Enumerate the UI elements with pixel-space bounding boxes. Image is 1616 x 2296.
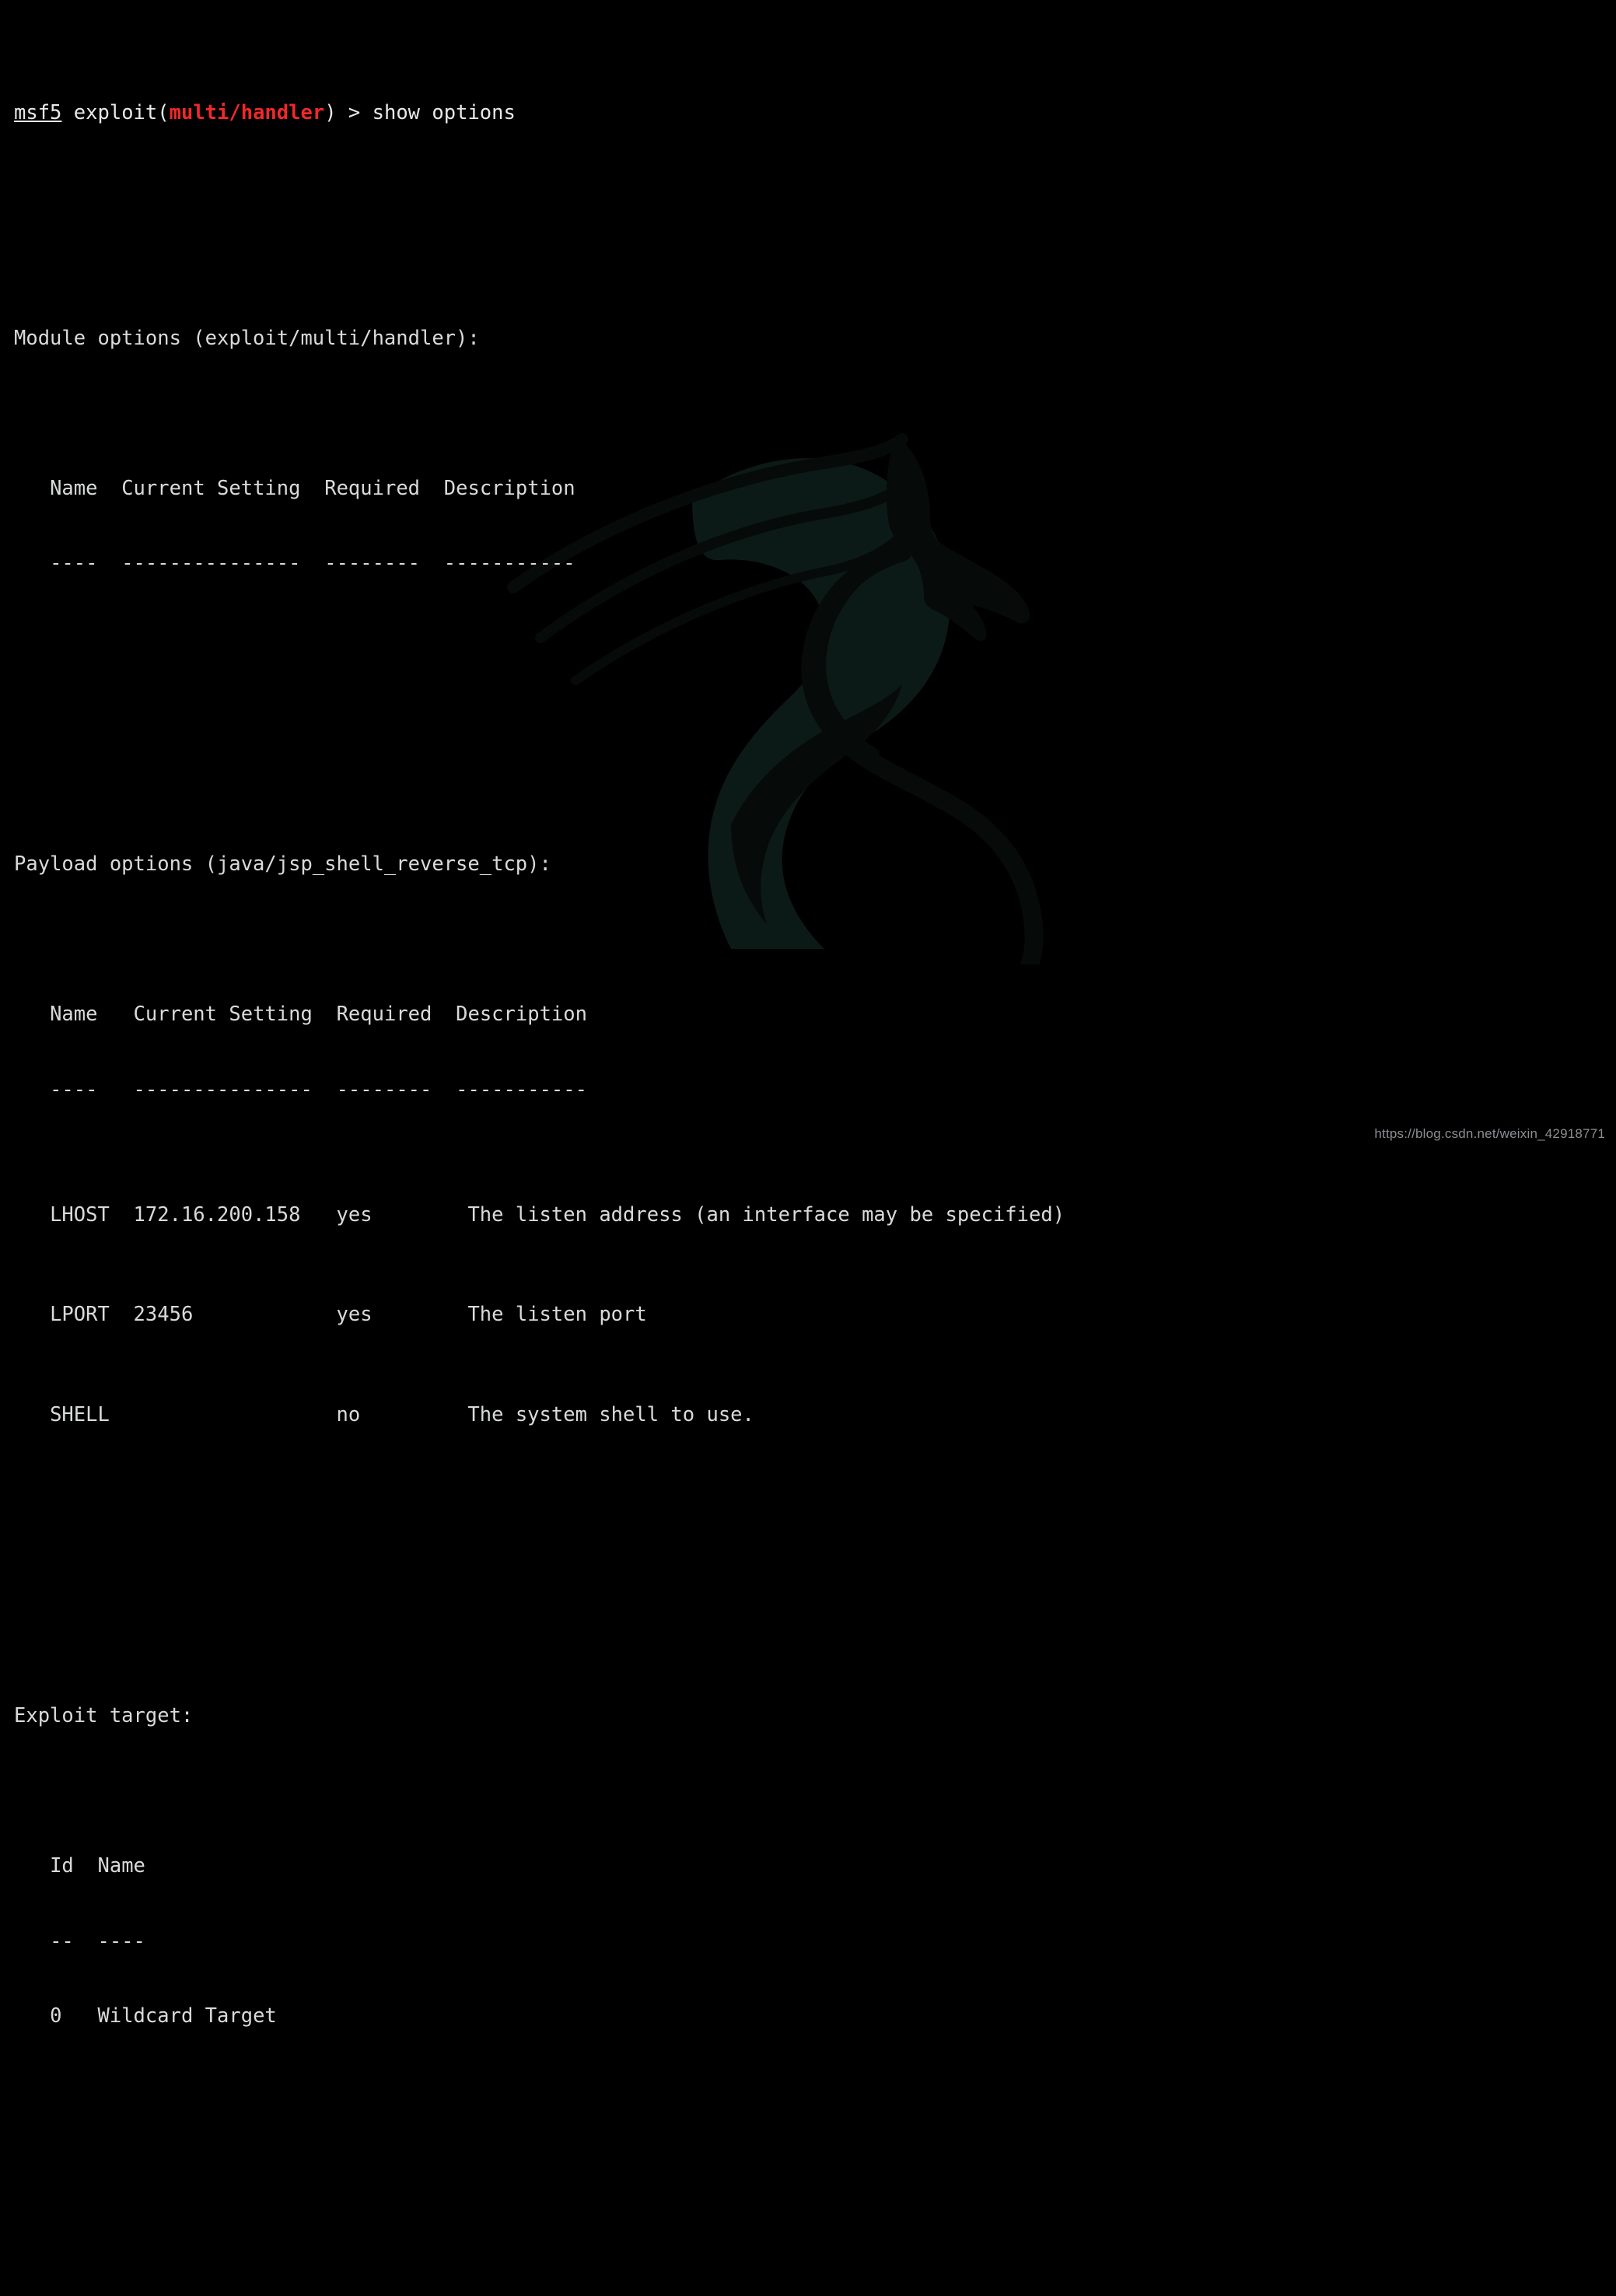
pad [300,1203,336,1227]
module-options-rule-setting: --------------- [121,551,301,576]
exploit-target-rule-row: -- ---- [14,1929,1616,1954]
exploit-target-header-name: Name [97,1853,145,1878]
payload-options-rule-name: ---- [50,1077,98,1101]
pad [193,1303,336,1326]
payload-row-setting: 172.16.200.158 [133,1202,301,1227]
table-row: LPORT 23456 yes The listen port [14,1302,1616,1327]
exploit-target-heading: Exploit target: [14,1703,194,1727]
payload-options-rule-setting: --------------- [133,1077,313,1101]
payload-options-header-description: Description [456,1003,587,1027]
exploit-target-header-id: Id [50,1853,74,1878]
module-options-header-name: Name [50,476,98,500]
payload-row-description: The listen address (an interface may be … [467,1202,1065,1227]
payload-options-header-required: Required [336,1003,432,1027]
payload-options-header-row: Name Current Setting Required Descriptio… [14,1002,1616,1027]
pad [373,1303,468,1326]
payload-row-required: no [336,1403,361,1427]
module-options-header-row: Name Current Setting Required Descriptio… [14,476,1616,501]
payload-row-description: The system shell to use. [467,1403,754,1427]
pad [373,1203,468,1227]
prompt-module-name: multi/handler [169,100,325,124]
module-options-header-description: Description [443,476,575,500]
command-show-options: show options [372,100,516,124]
exploit-target-row-id: 0 [50,2004,62,2028]
exploit-target-rule-name: ---- [97,1929,145,1953]
exploit-target-rule-id: -- [50,1929,74,1953]
payload-options-rule-description: ----------- [456,1077,587,1101]
module-options-rule-name: ---- [50,551,98,576]
terminal-output: msf5 exploit(multi/handler) > show optio… [0,0,1616,2296]
payload-row-description: The listen port [467,1303,647,1327]
payload-options-rule-required: -------- [336,1077,432,1101]
payload-options-heading: Payload options (java/jsp_shell_reverse_… [14,852,551,876]
payload-row-required: yes [336,1303,373,1327]
table-row: SHELL no The system shell to use. [14,1402,1616,1427]
payload-options-header-setting: Current Setting [133,1003,313,1027]
module-options-rule-row: ---- --------------- -------- ----------… [14,551,1616,576]
payload-row-name: LPORT [50,1303,110,1327]
prompt-module-suffix: ) [324,100,337,124]
module-options-rule-required: -------- [324,551,421,576]
prompt-module-prefix: exploit( [73,100,170,124]
module-options-header-setting: Current Setting [121,476,301,500]
payload-options-rule-row: ---- --------------- -------- ----------… [14,1077,1616,1102]
prompt-user: msf5 [14,100,62,124]
module-options-heading: Module options (exploit/multi/handler): [14,326,480,350]
csdn-watermark: https://blog.csdn.net/weixin_42918771 [1374,1126,1605,1141]
pad [110,1303,134,1326]
payload-row-name: SHELL [50,1403,110,1427]
payload-row-required: yes [336,1202,373,1227]
prompt-line-show-options: msf5 exploit(multi/handler) > show optio… [14,100,1616,125]
module-options-header-required: Required [324,476,421,500]
pad [110,1203,134,1227]
table-row: LHOST 172.16.200.158 yes The listen addr… [14,1202,1616,1227]
prompt-arrow: > [336,100,373,124]
pad [110,1403,337,1426]
module-options-rule-description: ----------- [443,551,575,576]
table-row: 0 Wildcard Target [14,2004,1616,2028]
exploit-target-header-row: Id Name [14,1853,1616,1878]
exploit-target-row-name: Wildcard Target [97,2004,277,2028]
payload-row-name: LHOST [50,1202,110,1227]
pad [360,1403,467,1426]
payload-row-setting: 23456 [133,1303,194,1327]
payload-options-header-name: Name [50,1003,98,1027]
